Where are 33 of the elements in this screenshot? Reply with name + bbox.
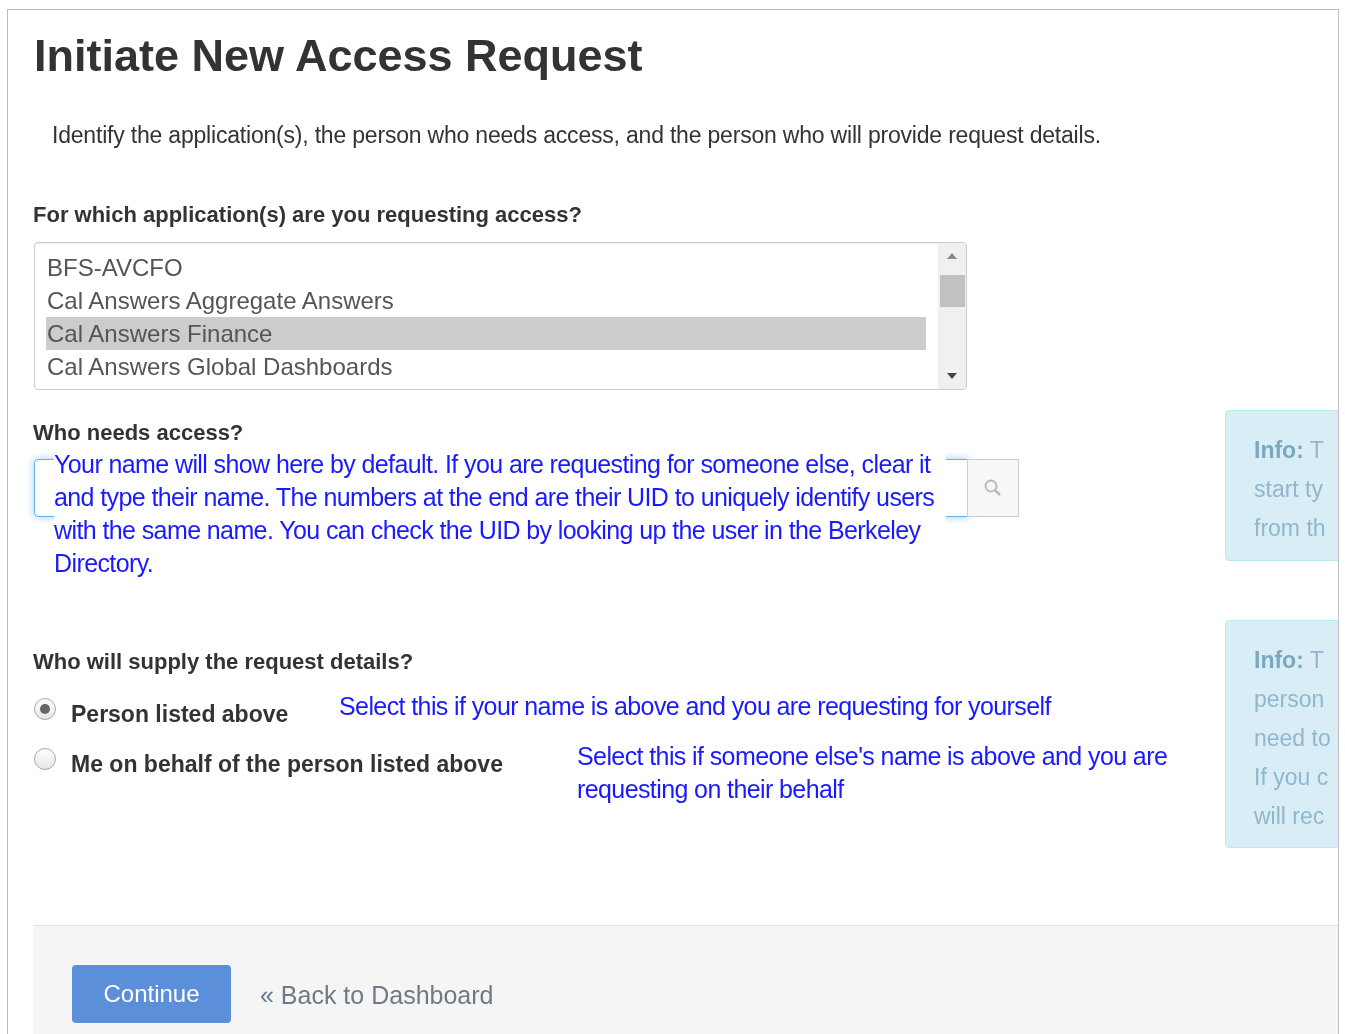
info-text: from th [1254, 514, 1326, 543]
scrollbar[interactable] [938, 243, 966, 389]
info-heading: Info: [1254, 436, 1304, 465]
radio-button[interactable] [34, 698, 56, 720]
info-text: start ty [1254, 475, 1323, 504]
annotation-text: Select this if your name is above and you are requesting for yourself [339, 691, 1053, 722]
info-text: T [1309, 436, 1324, 465]
application-listbox[interactable]: BFS-AVCFO Cal Answers Aggregate Answers Cal Answers Finance Cal Answers Global Dashboards [34, 242, 967, 390]
info-text: need to [1254, 724, 1331, 753]
back-link[interactable]: « Back to Dashboard [260, 977, 494, 1015]
down-arrow-icon[interactable] [947, 373, 957, 379]
listbox-option[interactable]: BFS-AVCFO [46, 251, 926, 284]
radio-button[interactable] [34, 748, 56, 770]
page-description: Identify the application(s), the person who needs access, and the person who will provide request details. [52, 121, 1101, 150]
scrollbar-thumb[interactable] [939, 275, 965, 307]
radio-label[interactable]: Person listed above [71, 697, 339, 732]
info-text: T [1309, 646, 1324, 675]
radio-label[interactable]: Me on behalf of the person listed above [71, 747, 577, 782]
annotation-text: Select this if someone else's name is above and you are requesting on their behalf [577, 741, 1169, 805]
field-label: Who needs access? [33, 419, 244, 447]
page-title: Initiate New Access Request [34, 29, 643, 83]
info-text: If you c [1254, 763, 1329, 792]
search-icon [984, 479, 1002, 497]
up-arrow-icon[interactable] [947, 253, 957, 259]
info-text: person [1254, 685, 1325, 714]
field-label: Who will supply the request details? [33, 648, 414, 676]
field-label: For which application(s) are you requesting access? [33, 201, 582, 229]
listbox-option[interactable]: Cal Answers Global Dashboards [46, 350, 926, 383]
search-button[interactable] [967, 459, 1019, 517]
info-heading: Info: [1254, 646, 1304, 675]
info-text: will rec [1254, 802, 1325, 831]
listbox-option[interactable]: Cal Answers Aggregate Answers [46, 284, 926, 317]
listbox-option[interactable]: Cal Answers Finance [46, 317, 926, 350]
